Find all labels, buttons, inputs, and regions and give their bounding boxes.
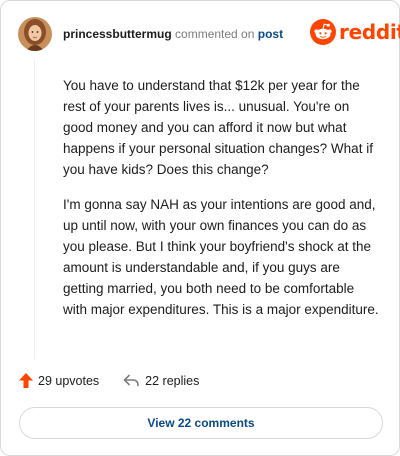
reddit-snoo-icon [310, 19, 336, 45]
avatar[interactable] [18, 17, 52, 51]
action-text: commented on [175, 27, 255, 41]
upvote-count: 29 upvotes [38, 373, 100, 388]
comment-paragraph: I'm gonna say NAH as your intentions are… [63, 197, 379, 317]
comment-header: princessbuttermug commented on post [63, 27, 283, 41]
upvote-button[interactable]: 29 upvotes [19, 373, 99, 388]
post-link[interactable]: post [258, 27, 283, 41]
replies-button[interactable]: 22 replies [123, 374, 199, 388]
comment-body: You have to understand that $12k per yea… [63, 75, 381, 334]
reply-arrow-icon [123, 374, 139, 387]
upvote-arrow-icon [19, 373, 33, 388]
comment-card: princessbuttermug commented on post redd… [0, 0, 400, 456]
avatar-icon [18, 17, 52, 51]
reddit-wordmark: reddit [339, 20, 400, 44]
comment-actions: 29 upvotes 22 replies [19, 373, 199, 388]
author-username[interactable]: princessbuttermug [63, 27, 172, 41]
view-comments-button[interactable]: View 22 comments [19, 407, 383, 439]
thread-line [34, 59, 35, 359]
comment-paragraph: You have to understand that $12k per yea… [63, 78, 373, 177]
reddit-logo[interactable]: reddit [310, 19, 400, 45]
reply-count: 22 replies [145, 373, 200, 388]
